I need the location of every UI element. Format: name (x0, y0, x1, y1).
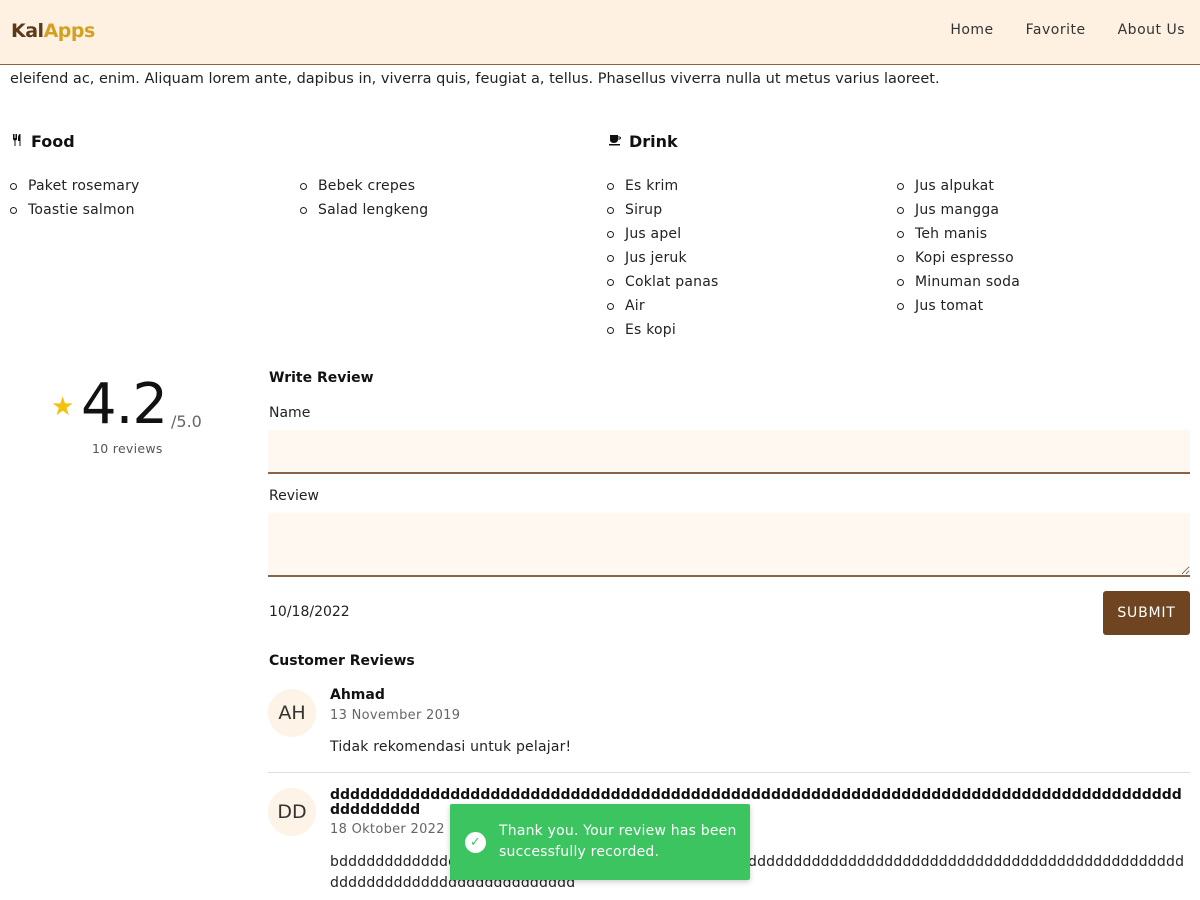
list-item: Jus apel (607, 222, 718, 246)
review-date: 10/18/2022 (269, 604, 350, 620)
review-date-text: 13 November 2019 (330, 708, 461, 723)
avatar: AH (268, 689, 316, 737)
list-item: Es kopi (607, 318, 718, 342)
list-item: Jus mangga (897, 198, 1020, 222)
nav-about-us[interactable]: About Us (1118, 22, 1185, 38)
review-date-text: 18 Oktober 2022 (330, 822, 445, 837)
list-item: Jus alpukat (897, 174, 1020, 198)
logo-kal: Kal (11, 20, 44, 42)
list-item: Sirup (607, 198, 718, 222)
review-text: Tidak rekomendasi untuk pelajar! (330, 739, 572, 755)
list-item: Toastie salmon (10, 198, 140, 222)
main-nav: Home Favorite About Us (950, 22, 1200, 38)
rating-score: 4.2 (81, 372, 168, 437)
check-circle-icon: ✓ (465, 832, 486, 853)
success-toast[interactable]: ✓ Thank you. Your review has been succes… (450, 804, 750, 880)
list-item: Teh manis (897, 222, 1020, 246)
list-item: Jus tomat (897, 294, 1020, 318)
avatar: DD (268, 788, 316, 836)
review-count: 10 reviews (92, 441, 163, 456)
name-input[interactable] (268, 430, 1190, 474)
review-item: AH Ahmad 13 November 2019 Tidak rekomend… (268, 687, 1190, 767)
logo[interactable]: KalApps (11, 20, 95, 42)
food-heading: Food (12, 132, 75, 151)
list-item: Paket rosemary (10, 174, 140, 198)
list-item: Coklat panas (607, 270, 718, 294)
drink-list-2: Jus alpukat Jus mangga Teh manis Kopi es… (897, 174, 1020, 318)
nav-home[interactable]: Home (950, 22, 993, 38)
submit-button[interactable]: SUBMIT (1103, 591, 1190, 635)
food-list-1: Paket rosemary Toastie salmon (10, 174, 140, 222)
rating-max: /5.0 (171, 412, 202, 431)
food-title: Food (31, 132, 75, 151)
name-label: Name (269, 405, 311, 421)
list-item: Minuman soda (897, 270, 1020, 294)
logo-apps: Apps (43, 20, 96, 42)
review-textarea[interactable] (268, 513, 1190, 577)
review-label: Review (269, 488, 319, 504)
list-item: Salad lengkeng (300, 198, 428, 222)
customer-reviews-heading: Customer Reviews (269, 653, 415, 669)
site-header: KalApps Home Favorite About Us (0, 0, 1200, 65)
list-item: Jus jeruk (607, 246, 718, 270)
write-review-heading: Write Review (269, 370, 374, 386)
review-divider (268, 772, 1190, 773)
list-item: Air (607, 294, 718, 318)
intro-text: eleifend ac, enim. Aliquam lorem ante, d… (10, 71, 940, 87)
list-item: Es krim (607, 174, 718, 198)
drink-heading: Drink (609, 132, 678, 151)
nav-favorite[interactable]: Favorite (1026, 22, 1086, 38)
star-icon: ★ (51, 392, 75, 422)
fork-knife-icon (12, 134, 23, 149)
food-list-2: Bebek crepes Salad lengkeng (300, 174, 428, 222)
cup-icon (609, 134, 621, 149)
toast-message: Thank you. Your review has been successf… (499, 823, 737, 860)
reviewer-name: Ahmad (330, 687, 385, 703)
list-item: Kopi espresso (897, 246, 1020, 270)
drink-list-1: Es krim Sirup Jus apel Jus jeruk Coklat … (607, 174, 718, 342)
list-item: Bebek crepes (300, 174, 428, 198)
drink-title: Drink (629, 132, 678, 151)
